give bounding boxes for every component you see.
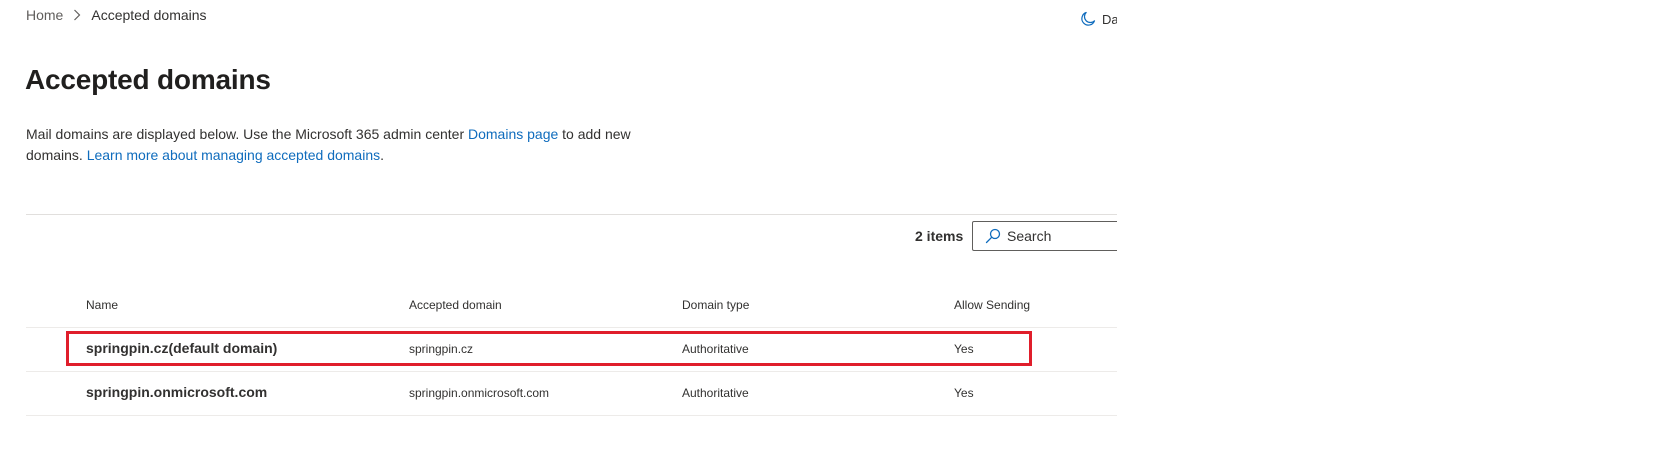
description-text-3: . xyxy=(380,147,385,163)
column-header-accepted-domain[interactable]: Accepted domain xyxy=(409,298,502,312)
breadcrumb-current: Accepted domains xyxy=(91,7,207,23)
domains-table: Name Accepted domain Domain type Allow S… xyxy=(26,284,1117,416)
row-name[interactable]: springpin.onmicrosoft.com xyxy=(86,384,267,400)
page-title: Accepted domains xyxy=(25,64,271,95)
page-description: Mail domains are displayed below. Use th… xyxy=(26,124,646,166)
table-header: Name Accepted domain Domain type Allow S… xyxy=(26,284,1117,328)
breadcrumb: Home Accepted domains xyxy=(26,7,207,23)
table-row[interactable]: springpin.cz(default domain) springpin.c… xyxy=(26,328,1117,372)
search-input[interactable] xyxy=(1007,228,1117,244)
chevron-right-icon xyxy=(73,9,81,21)
divider xyxy=(26,214,1117,215)
dark-mode-toggle[interactable]: Dark mode xyxy=(1080,11,1117,27)
content-pane: Home Accepted domains Dark mode Accepted… xyxy=(0,0,1117,475)
table-row[interactable]: springpin.onmicrosoft.com springpin.onmi… xyxy=(26,372,1117,416)
row-allow-sending: Yes xyxy=(954,342,974,356)
items-count: 2 items xyxy=(915,228,964,244)
row-accepted-domain: springpin.cz xyxy=(409,342,474,356)
moon-icon xyxy=(1080,11,1102,27)
dark-mode-label: Dark mode xyxy=(1102,11,1117,27)
column-header-domain-type[interactable]: Domain type xyxy=(682,298,749,312)
search-box[interactable] xyxy=(972,221,1117,251)
domains-page-link[interactable]: Domains page xyxy=(468,126,558,142)
breadcrumb-home[interactable]: Home xyxy=(26,7,63,23)
learn-more-link[interactable]: Learn more about managing accepted domai… xyxy=(87,147,380,163)
row-accepted-domain: springpin.onmicrosoft.com xyxy=(409,386,550,400)
column-header-name[interactable]: Name xyxy=(86,298,118,312)
row-domain-type: Authoritative xyxy=(682,386,749,400)
row-allow-sending: Yes xyxy=(954,386,974,400)
row-name[interactable]: springpin.cz(default domain) xyxy=(86,340,277,356)
page: Home Accepted domains Dark mode Accepted… xyxy=(0,0,1680,475)
description-text-1: Mail domains are displayed below. Use th… xyxy=(26,126,468,142)
search-icon xyxy=(985,228,1007,244)
row-domain-type: Authoritative xyxy=(682,342,749,356)
column-header-allow-sending[interactable]: Allow Sending xyxy=(954,298,1030,312)
